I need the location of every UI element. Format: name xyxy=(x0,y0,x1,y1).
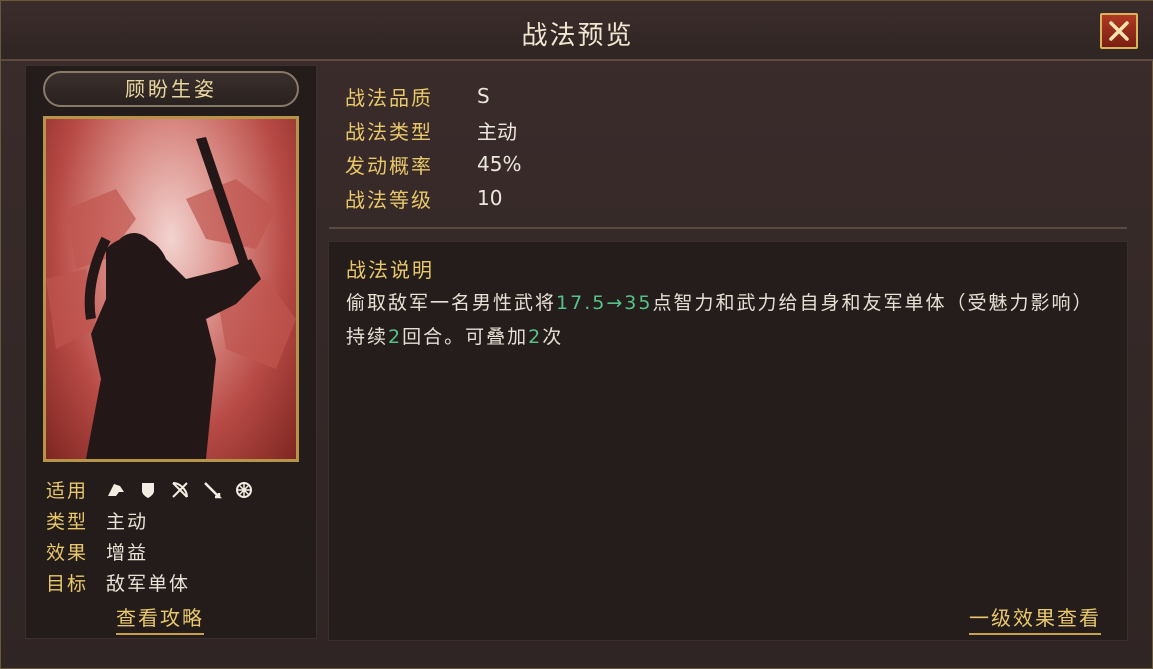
effect-label: 效果 xyxy=(46,542,89,564)
skill-portrait xyxy=(43,116,299,462)
desc-part: 偷取敌军一名男性武将 xyxy=(346,292,557,314)
desc-value-from: 17.5 xyxy=(556,292,607,314)
stat-key: 发动概率 xyxy=(345,153,433,178)
level-one-effect-link[interactable]: 一级效果查看 xyxy=(969,602,1101,635)
desc-arrow: → xyxy=(606,292,625,314)
desc-rounds: 2 xyxy=(388,326,403,348)
stat-row-type: 战法类型 主动 xyxy=(345,113,521,147)
bow-icon xyxy=(170,480,190,500)
title-bar: 战法预览 xyxy=(1,1,1153,61)
skill-card-panel: 顾盼生姿 适用 类型 主动 效果 增益 目标 敌军单体 查看攻略 xyxy=(25,65,317,639)
description-text: 偷取敌军一名男性武将17.5→35点智力和武力给自身和友军单体（受魅力影响）持续… xyxy=(346,286,1106,354)
desc-part: 回合。可叠加 xyxy=(402,326,529,348)
desc-stacks: 2 xyxy=(528,326,543,348)
stat-row-level: 战法等级 10 xyxy=(345,181,521,215)
stat-value: 主动 xyxy=(477,119,517,144)
desc-part: 次 xyxy=(542,326,564,348)
stat-key: 战法品质 xyxy=(345,85,433,110)
skill-stats: 战法品质 S 战法类型 主动 发动概率 45% 战法等级 10 xyxy=(345,79,521,215)
target-value: 敌军单体 xyxy=(106,573,191,595)
stat-row-rate: 发动概率 45% xyxy=(345,147,521,181)
description-title: 战法说明 xyxy=(346,258,434,282)
wheel-icon xyxy=(234,480,254,500)
description-panel: 战法说明 偷取敌军一名男性武将17.5→35点智力和武力给自身和友军单体（受魅力… xyxy=(328,241,1128,641)
stat-key: 战法等级 xyxy=(345,187,433,212)
target-label: 目标 xyxy=(46,573,89,595)
stat-value: 10 xyxy=(477,186,503,210)
close-button[interactable] xyxy=(1100,13,1138,49)
warrior-silhouette-image xyxy=(46,137,296,459)
stat-row-quality: 战法品质 S xyxy=(345,79,521,113)
cavalry-icon xyxy=(106,480,126,500)
shield-icon xyxy=(138,480,158,500)
window-title: 战法预览 xyxy=(521,21,634,51)
spear-icon xyxy=(202,480,223,500)
view-strategy-link[interactable]: 查看攻略 xyxy=(116,602,204,635)
skill-name: 顾盼生姿 xyxy=(43,71,299,107)
troop-type-icons xyxy=(106,480,254,500)
stat-value: S xyxy=(477,84,490,108)
effect-value: 增益 xyxy=(106,542,149,564)
type-label: 类型 xyxy=(46,511,89,533)
skill-info: 适用 类型 主动 效果 增益 目标 敌军单体 xyxy=(46,474,254,598)
stat-key: 战法类型 xyxy=(345,119,433,144)
type-value: 主动 xyxy=(106,511,149,533)
desc-value-to: 35 xyxy=(624,292,653,314)
close-icon xyxy=(1109,21,1129,41)
apply-label: 适用 xyxy=(46,480,89,502)
skill-preview-window: 战法预览 顾盼生姿 适用 类型 主动 效果 增益 目标 敌军单体 查看攻略 战法… xyxy=(0,0,1153,669)
stat-value: 45% xyxy=(477,152,522,176)
divider xyxy=(329,227,1127,229)
